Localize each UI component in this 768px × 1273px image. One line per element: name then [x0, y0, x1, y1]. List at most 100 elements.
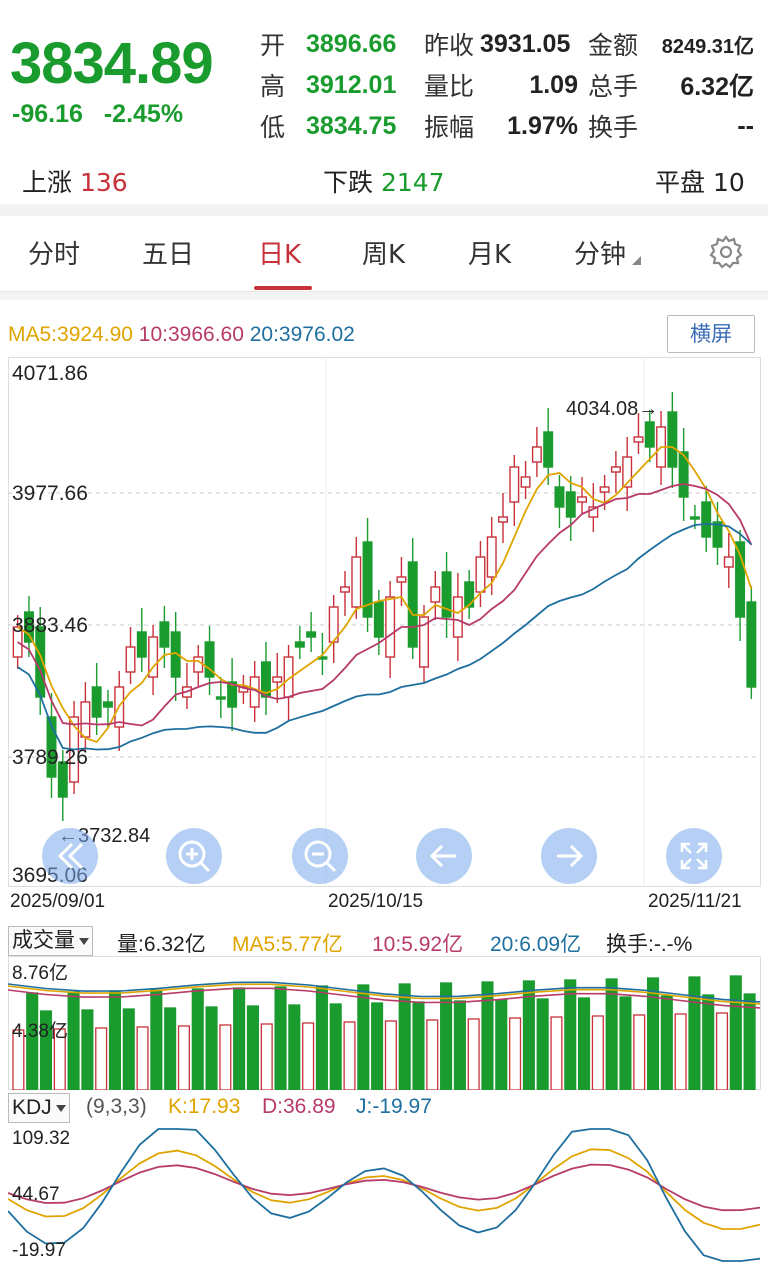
candle-body: [385, 596, 396, 658]
tab-minute[interactable]: 分钟: [574, 234, 642, 271]
volume-bar: [646, 977, 660, 1090]
volume-chart[interactable]: [8, 956, 761, 1090]
tab-intraday[interactable]: 分时: [28, 234, 80, 271]
volume-bar: [467, 1018, 480, 1090]
candle-body: [340, 586, 350, 593]
high-marker-value: 4034.08: [566, 398, 639, 420]
pan-left-button[interactable]: [416, 828, 472, 884]
kdj-y-min: -19.97: [12, 1240, 66, 1261]
ma10-value: 10:3966.60: [138, 323, 244, 346]
volume-bar: [660, 995, 673, 1090]
candle-body: [475, 556, 486, 593]
tab-weekly-k[interactable]: 周K: [362, 234, 405, 271]
candle-body: [633, 436, 644, 443]
volume-bar: [219, 1024, 232, 1090]
zoom-out-button[interactable]: [292, 828, 348, 884]
open-label: 开: [260, 31, 286, 60]
kdj-params: (9,3,3): [86, 1095, 147, 1118]
volume-bar: [164, 1007, 177, 1090]
period-tabs: 分时 五日 日K 周K 月K 分钟: [0, 212, 768, 292]
last-price: 3834.89: [10, 31, 214, 96]
ma10-line: [17, 483, 753, 727]
volume-bar: [384, 1020, 397, 1090]
y-tick-max: 4071.86: [12, 362, 88, 385]
volume-bar: [743, 993, 756, 1090]
candle-body: [520, 476, 531, 488]
candle-body: [125, 646, 136, 673]
y-tick-3: 3883.46: [12, 614, 88, 637]
volume-bar: [329, 1003, 342, 1090]
high-value: 3912.01: [306, 70, 397, 99]
arrow-left-icon: [429, 844, 456, 868]
zoom-in-button[interactable]: [166, 828, 222, 884]
turnover-label: 换手: [588, 113, 639, 142]
candle-body: [351, 556, 362, 608]
prev-close-label: 昨收: [424, 31, 475, 60]
volume-indicator-select[interactable]: 成交量: [8, 926, 93, 956]
candle-body: [509, 466, 520, 503]
y-tick-2: 3977.66: [12, 482, 88, 505]
kdj-y-mid: 44.67: [12, 1184, 60, 1205]
open-value: 3896.66: [306, 29, 397, 58]
candle-body: [215, 696, 226, 700]
vol-ratio-label: 量比: [424, 72, 475, 101]
total-vol-label: 总手: [588, 72, 639, 101]
tab-five-day[interactable]: 五日: [142, 234, 194, 271]
candle-body: [543, 431, 554, 468]
candle-body: [193, 656, 204, 673]
flat-count: 平盘 10: [655, 163, 745, 199]
low-label: 低: [260, 113, 286, 142]
candle-body: [464, 581, 475, 608]
volume-bar: [343, 1021, 356, 1090]
date-end: 2025/11/21: [648, 891, 742, 912]
candle-body: [723, 556, 734, 568]
expand-icon: [680, 842, 708, 870]
date-mid: 2025/10/15: [328, 891, 424, 912]
quote-row-low: 低 3834.75 振幅 1.97% 换手 --: [260, 106, 754, 146]
kdj-indicator-select[interactable]: KDJ: [8, 1093, 70, 1123]
candle-body: [136, 631, 147, 658]
up-value: 136: [79, 168, 128, 197]
volume-bar: [108, 990, 122, 1090]
candle-body: [689, 516, 700, 520]
volume-bar: [191, 988, 204, 1090]
volume-bar: [260, 1023, 273, 1090]
tab-monthly-k[interactable]: 月K: [468, 234, 511, 271]
kdj-j: J:-19.97: [356, 1095, 432, 1118]
section-divider-2: [0, 292, 768, 300]
volume-bar: [426, 1019, 439, 1090]
volume-header: 成交量 量:6.32亿 MA5:5.77亿 10:5.92亿 20:6.09亿 …: [0, 922, 768, 956]
vol-ratio-value: 1.09: [529, 70, 578, 99]
volume-bar: [688, 976, 701, 1090]
volume-ma5: MA5:5.77亿: [232, 933, 343, 956]
candle-body: [306, 631, 317, 638]
kdj-chart[interactable]: [8, 1125, 761, 1265]
landscape-button[interactable]: 横屏: [667, 315, 755, 353]
volume-bar: [288, 1004, 301, 1090]
down-value: 2147: [380, 168, 445, 197]
fullscreen-button[interactable]: [666, 828, 722, 884]
quote-row-high: 高 3912.01 量比 1.09 总手 6.32亿: [260, 65, 754, 105]
kdj-j-line: [8, 1128, 761, 1262]
gear-icon[interactable]: [708, 234, 744, 270]
volume-turnover: 换手:-.-%: [606, 933, 693, 956]
total-vol-value: 6.32亿: [680, 73, 754, 101]
candle-body: [531, 446, 542, 463]
kdj-y-max: 109.32: [12, 1128, 71, 1149]
rewind-button[interactable]: [42, 828, 98, 884]
volume-bar: [633, 1014, 646, 1090]
pan-right-button[interactable]: [541, 828, 597, 884]
volume-bar: [233, 987, 246, 1090]
volume-bar: [357, 984, 370, 1090]
kdj-selector-label: KDJ: [12, 1096, 52, 1119]
amplitude-value: 1.97%: [507, 111, 578, 140]
quote-row-open: 开 3896.66 昨收 3931.05 金额 8249.31亿: [260, 24, 754, 64]
volume-bar: [81, 1009, 94, 1090]
change-percent: -2.45%: [103, 100, 184, 128]
candle-body: [644, 421, 655, 448]
volume-bar: [371, 1002, 384, 1090]
kline-chart[interactable]: [8, 357, 761, 887]
tab-daily-k[interactable]: 日K: [258, 234, 301, 271]
zoom-out-icon: [304, 840, 337, 873]
volume-bar: [481, 981, 494, 1090]
